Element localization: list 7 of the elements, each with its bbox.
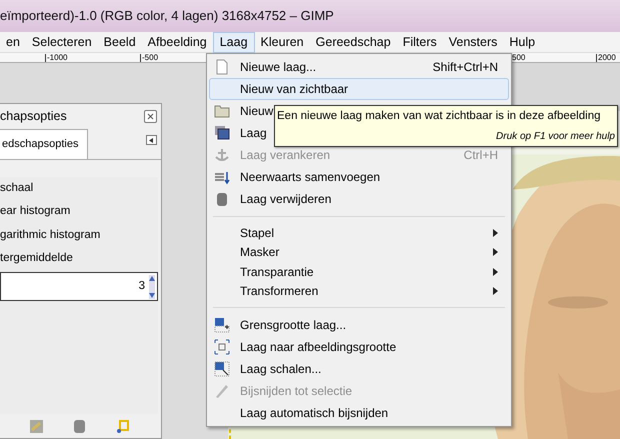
window-title: eïmporteerd)-1.0 (RGB color, 4 lagen) 3168x4752 – GIMP [0, 7, 334, 26]
spin-value: 3 [138, 278, 145, 294]
tooltip-text: Een nieuwe laag maken van wat zichtbaar is in deze afbeelding [277, 109, 602, 124]
tooltip-hint: Druk op F1 voor meer hulp [496, 130, 615, 144]
ruler-label: 2000 [596, 54, 616, 62]
panel-title: chapsopties [0, 108, 67, 125]
ruler-label: -1000 [45, 54, 140, 62]
